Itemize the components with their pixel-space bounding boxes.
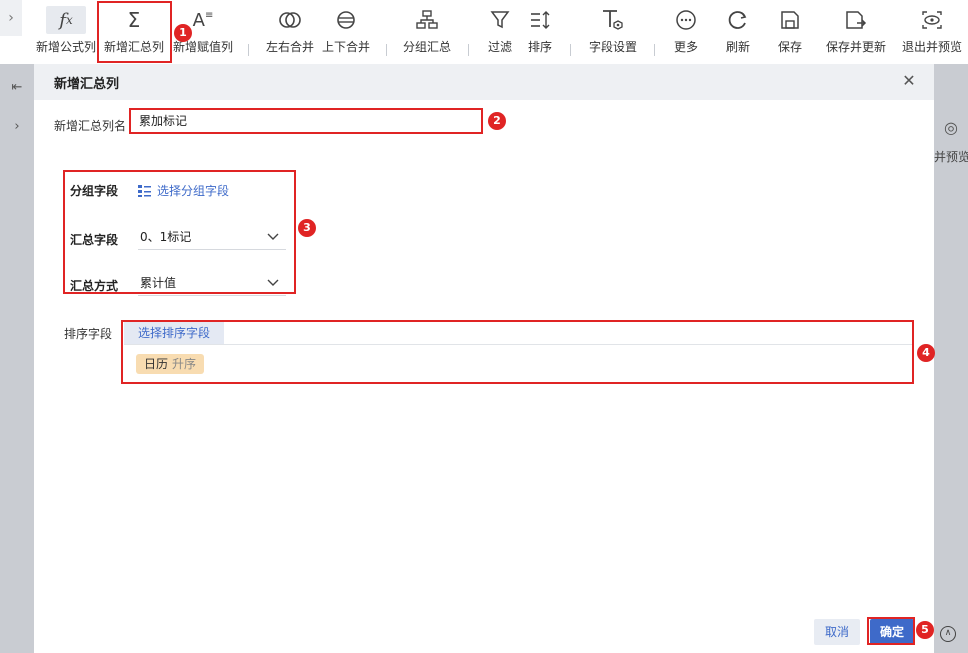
field-settings-button[interactable]: 字段设置 — [584, 6, 642, 62]
more-button[interactable]: 更多 — [668, 6, 704, 62]
expand-chevron-icon[interactable]: › — [0, 0, 22, 36]
save-and-update-button[interactable]: 保存并更新 — [822, 6, 890, 62]
annotation-badge-3: 3 — [298, 219, 316, 237]
merge-vertical-icon — [337, 11, 355, 29]
toolbar-divider — [248, 44, 249, 56]
toolbar-divider — [654, 44, 655, 56]
toolbar-divider — [570, 44, 571, 56]
preview-icon: ◎ — [944, 118, 958, 137]
save-update-icon — [846, 11, 867, 29]
assign-value-icon: A≡ — [192, 9, 214, 31]
annotation-box-1 — [97, 1, 172, 63]
annotation-box-4 — [121, 320, 914, 384]
merge-horizontal-icon — [279, 12, 301, 28]
exit-preview-icon — [922, 11, 942, 29]
field-settings-icon — [603, 10, 623, 30]
dialog-title: 新增汇总列 — [54, 77, 120, 92]
cancel-button[interactable]: 取消 — [814, 619, 860, 645]
collapse-panel-icon[interactable]: ⇤ — [0, 70, 34, 106]
refresh-icon — [728, 11, 747, 29]
exit-and-preview-button[interactable]: 退出并预览 — [898, 6, 966, 62]
filter-icon — [490, 11, 510, 29]
annotation-badge-5: 5 — [916, 621, 934, 639]
left-side-panel: ⇤ › — [0, 64, 34, 653]
annotation-badge-4: 4 — [917, 344, 935, 362]
group-summary-icon — [416, 10, 438, 29]
dialog-header: 新增汇总列 ✕ — [34, 64, 934, 100]
annotation-box-5 — [867, 617, 915, 645]
save-button[interactable]: 保存 — [772, 6, 808, 62]
scroll-up-icon[interactable]: ∧ — [940, 626, 956, 642]
annotation-box-3 — [63, 170, 296, 294]
toolbar-divider — [386, 44, 387, 56]
expand-chevron-icon[interactable]: › — [0, 112, 34, 142]
annotation-badge-2: 2 — [488, 112, 506, 130]
add-formula-column-button[interactable]: fx 新增公式列 — [36, 6, 96, 62]
annotation-box-2 — [129, 108, 483, 134]
sort-field-label: 排序字段 — [64, 327, 113, 341]
close-icon[interactable]: ✕ — [898, 70, 920, 92]
sort-button[interactable]: 排序 — [522, 6, 558, 62]
formula-fx-icon: fx — [46, 6, 86, 34]
refresh-button[interactable]: 刷新 — [720, 6, 756, 62]
filter-button[interactable]: 过滤 — [482, 6, 518, 62]
save-icon — [781, 11, 799, 29]
toolbar-divider — [468, 44, 469, 56]
merge-vertical-button[interactable]: 上下合并 — [320, 6, 372, 62]
column-name-label: 新增汇总列名 — [54, 119, 127, 133]
group-summary-button[interactable]: 分组汇总 — [400, 6, 454, 62]
sort-icon — [531, 11, 550, 29]
more-icon — [676, 10, 696, 30]
annotation-badge-1: 1 — [174, 24, 192, 42]
background-preview-text: 并预览 — [934, 150, 968, 164]
right-side-panel: ◎ 并预览 ∧ — [934, 64, 968, 653]
merge-horizontal-button[interactable]: 左右合并 — [264, 6, 316, 62]
